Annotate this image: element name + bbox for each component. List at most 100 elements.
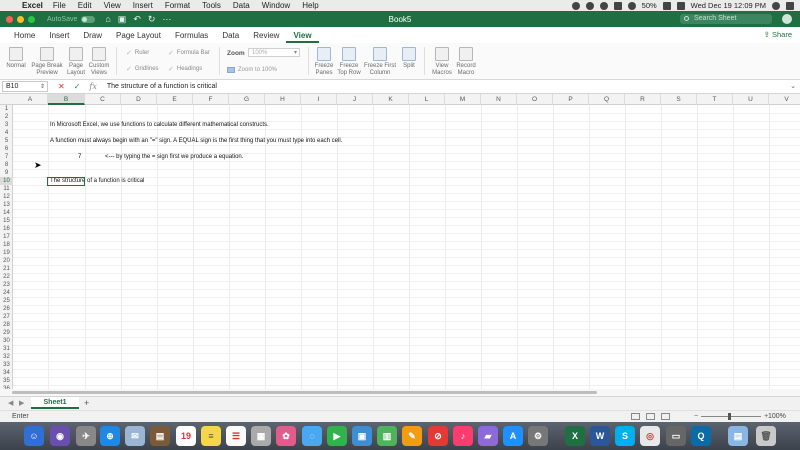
row-header-9[interactable]: 9 xyxy=(0,169,13,177)
page-layout-status-icon[interactable] xyxy=(646,413,655,420)
view-macros-button[interactable]: View Macros xyxy=(430,47,454,77)
column-header-d[interactable]: D xyxy=(121,94,157,105)
insert-function-icon[interactable]: fx xyxy=(89,82,96,91)
row-header-5[interactable]: 5 xyxy=(0,137,13,145)
wifi-icon[interactable] xyxy=(627,1,636,10)
name-box-stepper-icon[interactable]: ⇕ xyxy=(40,82,45,92)
row-header-30[interactable]: 30 xyxy=(0,337,13,345)
zoom-slider-knob[interactable] xyxy=(728,413,732,420)
row-header-28[interactable]: 28 xyxy=(0,321,13,329)
autosave-toggle[interactable] xyxy=(81,15,96,23)
chrome-icon[interactable]: ◎ xyxy=(640,426,660,446)
row-header-32[interactable]: 32 xyxy=(0,353,13,361)
cell-c7[interactable]: <--- by typing the = sign first we produ… xyxy=(105,153,243,161)
name-box[interactable]: B10 ⇕ xyxy=(2,81,48,92)
tab-page-layout[interactable]: Page Layout xyxy=(109,31,168,43)
page-break-preview-button[interactable]: Page Break Preview xyxy=(30,47,64,77)
facetime-icon[interactable]: ▶ xyxy=(327,426,347,446)
column-header-g[interactable]: G xyxy=(229,94,265,105)
row-header-25[interactable]: 25 xyxy=(0,297,13,305)
menu-tools[interactable]: Tools xyxy=(202,1,221,10)
column-header-v[interactable]: V xyxy=(769,94,800,105)
page-layout-view-button[interactable]: Page Layout xyxy=(65,47,87,77)
row-header-15[interactable]: 15 xyxy=(0,217,13,225)
active-cell-selection[interactable] xyxy=(47,177,85,186)
close-window-icon[interactable] xyxy=(6,15,13,23)
flag-icon[interactable] xyxy=(676,1,685,10)
menu-window[interactable]: Window xyxy=(262,1,290,10)
column-header-l[interactable]: L xyxy=(409,94,445,105)
cancel-entry-icon[interactable]: ✕ xyxy=(58,82,65,91)
tab-draw[interactable]: Draw xyxy=(76,31,109,43)
numbers-icon[interactable]: ▥ xyxy=(377,426,397,446)
tab-view[interactable]: View xyxy=(286,31,319,43)
row-header-2[interactable]: 2 xyxy=(0,113,13,121)
sync-icon[interactable] xyxy=(599,1,608,10)
undo-icon[interactable]: ↶ xyxy=(133,14,141,25)
column-header-t[interactable]: T xyxy=(697,94,733,105)
tab-data[interactable]: Data xyxy=(215,31,246,43)
menu-data[interactable]: Data xyxy=(233,1,250,10)
zoom-window-icon[interactable] xyxy=(28,15,35,23)
menu-clock[interactable]: Wed Dec 19 12:09 PM xyxy=(691,1,766,10)
column-header-p[interactable]: P xyxy=(553,94,589,105)
autosave-control[interactable]: AutoSave xyxy=(47,15,96,23)
share-button[interactable]: ⇪ Share xyxy=(764,30,792,39)
column-header-e[interactable]: E xyxy=(157,94,193,105)
word-icon[interactable]: W xyxy=(590,426,610,446)
display-icon[interactable] xyxy=(613,1,622,10)
row-header-6[interactable]: 6 xyxy=(0,145,13,153)
launchpad-icon[interactable]: ✈ xyxy=(76,426,96,446)
cell-b3[interactable]: In Microsoft Excel, we use functions to … xyxy=(50,121,269,129)
cell-b7[interactable]: 7 xyxy=(78,153,81,161)
row-header-12[interactable]: 12 xyxy=(0,193,13,201)
row-header-20[interactable]: 20 xyxy=(0,257,13,265)
minimize-window-icon[interactable] xyxy=(17,15,24,23)
app-store-icon[interactable]: A xyxy=(503,426,523,446)
quicktime-icon[interactable]: Q xyxy=(691,426,711,446)
prev-sheet-icon[interactable]: ◀ xyxy=(8,399,13,407)
safari-icon[interactable]: ⊕ xyxy=(100,426,120,446)
menu-view[interactable]: View xyxy=(104,1,121,10)
row-header-22[interactable]: 22 xyxy=(0,273,13,281)
ruler-checkbox[interactable]: ✓ Ruler xyxy=(126,49,149,57)
normal-view-status-icon[interactable] xyxy=(631,413,640,420)
calendar-icon[interactable]: 19 xyxy=(176,426,196,446)
photos-icon[interactable]: ✿ xyxy=(276,426,296,446)
pages-icon[interactable]: ✎ xyxy=(402,426,422,446)
contacts-icon[interactable]: ▤ xyxy=(150,426,170,446)
excel-icon[interactable]: X xyxy=(565,426,585,446)
record-macro-button[interactable]: Record Macro xyxy=(454,47,478,77)
row-header-24[interactable]: 24 xyxy=(0,289,13,297)
downloads-folder-icon[interactable]: ▤ xyxy=(728,426,748,446)
menu-format[interactable]: Format xyxy=(165,1,190,10)
menu-insert[interactable]: Insert xyxy=(133,1,153,10)
row-header-35[interactable]: 35 xyxy=(0,377,13,385)
normal-view-button[interactable]: Normal xyxy=(5,47,27,70)
news-icon[interactable]: ⊘ xyxy=(428,426,448,446)
row-header-21[interactable]: 21 xyxy=(0,265,13,273)
page-break-status-icon[interactable] xyxy=(661,413,670,420)
tab-home[interactable]: Home xyxy=(7,31,42,43)
zoom-select[interactable]: 100% ▾ xyxy=(248,48,300,57)
app-name-menu[interactable]: Excel xyxy=(22,1,43,10)
column-header-i[interactable]: I xyxy=(301,94,337,105)
add-sheet-button[interactable]: + xyxy=(84,398,89,408)
formula-input[interactable]: The structure of a function is critical xyxy=(107,83,217,90)
formula-bar-checkbox[interactable]: ✓ Formula Bar xyxy=(168,49,210,57)
row-header-3[interactable]: 3 xyxy=(0,121,13,129)
mail-icon[interactable]: ✉ xyxy=(125,426,145,446)
keynote-icon[interactable]: ▣ xyxy=(352,426,372,446)
tab-review[interactable]: Review xyxy=(246,31,286,43)
finder-icon[interactable]: ☺ xyxy=(24,426,44,446)
zoom-out-icon[interactable]: − xyxy=(694,413,698,420)
worksheet-grid[interactable]: ABCDEFGHIJKLMNOPQRSTUV 1 2 3 4 5 6 7 8 9 10 11 12 13… xyxy=(0,94,800,396)
row-header-1[interactable]: 1 xyxy=(0,105,13,113)
row-header-4[interactable]: 4 xyxy=(0,129,13,137)
column-header-c[interactable]: C xyxy=(85,94,121,105)
scrollbar-thumb[interactable] xyxy=(12,391,597,394)
freeze-panes-button[interactable]: Freeze Panes xyxy=(312,47,336,77)
spotlight-icon[interactable] xyxy=(772,1,780,10)
column-header-f[interactable]: F xyxy=(193,94,229,105)
cell-b5[interactable]: A function must always begin with an "="… xyxy=(50,137,342,145)
